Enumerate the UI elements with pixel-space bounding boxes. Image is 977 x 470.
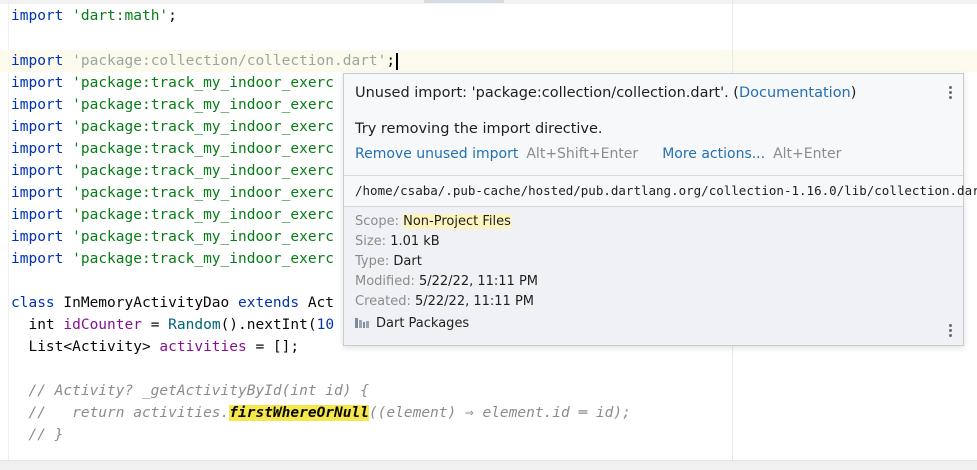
library-row: Dart Packages xyxy=(355,315,469,333)
number-literal: 10 xyxy=(316,317,335,333)
file-path-section: /home/csaba/.pub-cache/hosted/pub.dartla… xyxy=(344,176,977,206)
extends-keyword: extends xyxy=(237,295,300,311)
file-info-section: Scope: Non-Project Files Size: 1.01 kB T… xyxy=(344,207,963,345)
import-keyword: import xyxy=(11,97,64,113)
code-line-3[interactable]: import 'package:collection/collection.da… xyxy=(11,50,398,72)
shortcut-hint: Alt+Enter xyxy=(773,146,842,162)
semicolon: ; xyxy=(168,8,177,24)
import-uri: 'package:track_my_indoor_exerc xyxy=(72,185,335,201)
import-keyword: import xyxy=(11,229,64,245)
field-initializer: = []; xyxy=(246,339,300,355)
code-line-9[interactable]: import 'package:track_my_indoor_exerc xyxy=(11,182,334,204)
code-line-field-2[interactable]: List<Activity> activities = []; xyxy=(11,336,299,358)
code-line-7[interactable]: import 'package:track_my_indoor_exerc xyxy=(11,138,334,160)
type-label: Type: xyxy=(355,254,394,269)
comment-text: // } xyxy=(28,427,64,443)
import-keyword: import xyxy=(11,53,64,69)
kebab-menu-icon[interactable] xyxy=(949,86,953,101)
superclass-fragment: Act xyxy=(299,295,335,311)
quick-fix-actions: Remove unused import Alt+Shift+Enter More … xyxy=(355,145,841,163)
import-uri: 'package:track_my_indoor_exerc xyxy=(72,229,335,245)
import-uri: 'package:track_my_indoor_exerc xyxy=(72,207,335,223)
import-uri: 'package:track_my_indoor_exerc xyxy=(72,163,335,179)
library-name: Dart Packages xyxy=(376,316,470,331)
size-value: 1.01 kB xyxy=(390,234,440,249)
size-row: Size: 1.01 kB xyxy=(355,233,440,251)
class-name: InMemoryActivityDao xyxy=(54,295,238,311)
text-caret xyxy=(396,52,398,70)
remove-unused-import-button[interactable]: Remove unused import xyxy=(355,146,518,162)
semicolon: ; xyxy=(386,53,396,69)
kebab-menu-icon[interactable] xyxy=(949,324,953,339)
comment-text: // Activity? _getActivityById(int id) { xyxy=(28,383,369,399)
problem-text-end: ) xyxy=(850,85,857,101)
import-uri: 'package:track_my_indoor_exerc xyxy=(72,119,335,135)
code-line-8[interactable]: import 'package:track_my_indoor_exerc xyxy=(11,160,334,182)
class-keyword: class xyxy=(11,295,55,311)
shortcut-hint: Alt+Shift+Enter xyxy=(526,146,639,162)
comment-text: ((element) ⇒ element.id ═ id); xyxy=(368,405,631,421)
problem-message: Unused import: 'package:collection/colle… xyxy=(355,83,856,103)
import-keyword: import xyxy=(11,8,64,24)
code-line-1[interactable]: import 'dart:math'; xyxy=(11,5,177,27)
created-value: 5/22/22, 11:11 PM xyxy=(414,294,534,309)
more-actions-button[interactable]: More actions... xyxy=(662,146,765,162)
popup-problem-section: Unused import: 'package:collection/colle… xyxy=(344,74,963,177)
modified-label: Modified: xyxy=(355,274,419,289)
code-line-12[interactable]: import 'package:track_my_indoor_exerc xyxy=(11,248,334,270)
field-name: idCounter xyxy=(63,317,142,333)
file-path[interactable]: /home/csaba/.pub-cache/hosted/pub.dartla… xyxy=(355,183,977,198)
import-keyword: import xyxy=(11,163,64,179)
active-tab-indicator[interactable] xyxy=(424,0,504,3)
scope-row: Scope: Non-Project Files xyxy=(355,213,511,231)
import-uri: 'dart:math' xyxy=(72,8,169,24)
field-name: activities xyxy=(159,339,247,355)
import-uri: 'package:track_my_indoor_exerc xyxy=(72,251,335,267)
comment-line-2[interactable]: // return activities.firstWhereOrNull((e… xyxy=(11,402,631,424)
comment-line-1[interactable]: // Activity? _getActivityById(int id) { xyxy=(11,380,369,402)
field-type: List<Activity> xyxy=(28,339,160,355)
code-line-11[interactable]: import 'package:track_my_indoor_exerc xyxy=(11,226,334,248)
documentation-link[interactable]: Documentation xyxy=(739,85,851,101)
size-label: Size: xyxy=(355,234,391,249)
modified-value: 5/22/22, 11:11 PM xyxy=(418,274,539,289)
method-call: ().nextInt( xyxy=(220,317,317,333)
fix-suggestion: Try removing the import directive. xyxy=(355,121,603,137)
created-row: Created: 5/22/22, 11:11 PM xyxy=(355,293,534,311)
code-line-class[interactable]: class InMemoryActivityDao extends Act xyxy=(11,292,334,314)
assign-op: = xyxy=(141,317,169,333)
code-line-10[interactable]: import 'package:track_my_indoor_exerc xyxy=(11,204,334,226)
type-value: Dart xyxy=(393,254,422,269)
code-line-field-1[interactable]: int idCounter = Random().nextInt(10 xyxy=(11,314,334,336)
problem-text: Unused import: 'package:collection/colle… xyxy=(355,85,739,101)
editor-tab-strip xyxy=(0,0,977,4)
import-keyword: import xyxy=(11,185,64,201)
code-line-4[interactable]: import 'package:track_my_indoor_exerc xyxy=(11,72,334,94)
scope-label: Scope: xyxy=(355,214,404,229)
type-row: Type: Dart xyxy=(355,253,422,271)
import-uri: 'package:track_my_indoor_exerc xyxy=(72,75,335,91)
import-keyword: import xyxy=(11,119,64,135)
code-line-5[interactable]: import 'package:track_my_indoor_exerc xyxy=(11,94,334,116)
code-line-6[interactable]: import 'package:track_my_indoor_exerc xyxy=(11,116,334,138)
import-uri: 'package:track_my_indoor_exerc xyxy=(72,141,335,157)
unused-import-uri: 'package:collection/collection.dart' xyxy=(72,53,387,69)
import-keyword: import xyxy=(11,75,64,91)
modified-row: Modified: 5/22/22, 11:11 PM xyxy=(355,273,538,291)
import-keyword: import xyxy=(11,251,64,267)
library-folder-icon xyxy=(355,318,369,328)
import-keyword: import xyxy=(11,141,64,157)
scope-value: Non-Project Files xyxy=(403,214,511,229)
field-type: int xyxy=(28,317,64,333)
import-keyword: import xyxy=(11,207,64,223)
created-label: Created: xyxy=(355,294,415,309)
highlighted-identifier: firstWhereOrNull xyxy=(229,405,369,421)
comment-text: // return activities. xyxy=(28,405,230,421)
constructor-call: Random xyxy=(168,317,221,333)
import-uri: 'package:track_my_indoor_exerc xyxy=(72,97,335,113)
comment-line-3[interactable]: // } xyxy=(11,424,63,446)
inspection-popup: Unused import: 'package:collection/colle… xyxy=(343,73,977,346)
